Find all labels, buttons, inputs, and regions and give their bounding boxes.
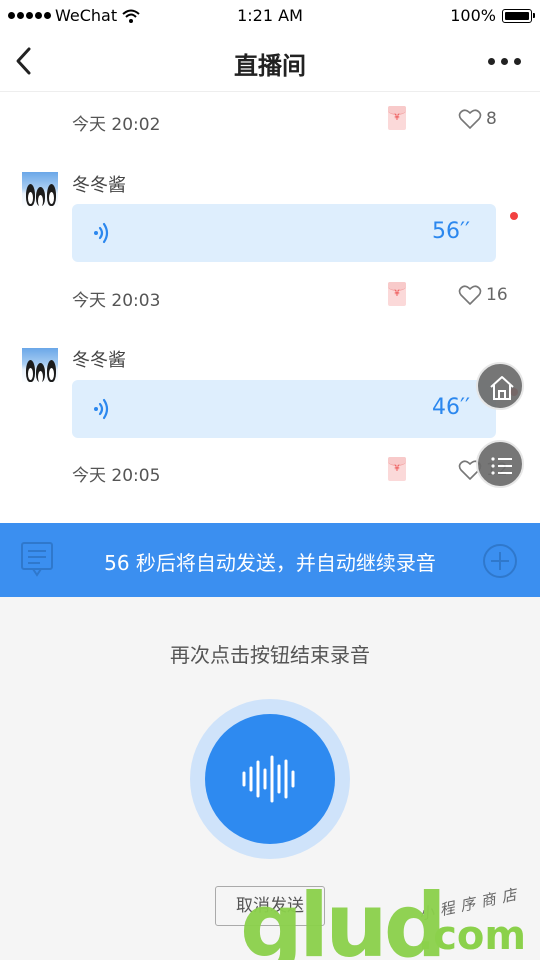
voice-duration: 56′′ — [432, 219, 470, 244]
list-icon — [491, 457, 512, 475]
unread-dot — [510, 212, 518, 220]
home-button[interactable] — [476, 362, 524, 410]
record-hint: 再次点击按钮结束录音 — [170, 643, 370, 667]
voice-message-bubble[interactable]: 56′′ — [72, 204, 496, 262]
heart-icon — [458, 109, 482, 129]
like-count: 8 — [486, 109, 497, 129]
message-time: 今天 20:02 — [72, 115, 161, 135]
message-time: 今天 20:05 — [72, 466, 161, 486]
voice-wave-icon — [94, 222, 109, 244]
red-packet-icon[interactable]: ¥ — [388, 106, 406, 130]
plus-icon[interactable] — [482, 543, 518, 579]
auto-send-banner: 56 秒后将自动发送，并自动继续录音 — [0, 523, 540, 597]
more-icon[interactable] — [488, 56, 522, 66]
message-time: 今天 20:03 — [72, 291, 161, 311]
page-title: 直播间 — [234, 52, 306, 80]
status-right: 100% — [450, 6, 535, 25]
avatar[interactable] — [22, 172, 58, 208]
sender-name: 冬冬酱 — [72, 175, 126, 196]
message-meta: 今天 20:03 ¥ 16 — [72, 282, 512, 312]
sound-wave-icon — [242, 755, 295, 803]
avatar[interactable] — [22, 348, 58, 384]
record-button[interactable] — [190, 699, 350, 859]
message-meta: 今天 20:02 ¥ 8 — [72, 106, 512, 136]
watermark-brand: glud — [240, 874, 447, 960]
sender-name: 冬冬酱 — [72, 350, 126, 371]
red-packet-icon[interactable]: ¥ — [388, 282, 406, 306]
like-button[interactable]: 8 — [458, 108, 497, 130]
battery-percent: 100% — [450, 6, 496, 25]
record-button-core[interactable] — [205, 714, 335, 844]
voice-duration: 46′′ — [432, 395, 470, 420]
voice-message-bubble[interactable]: 46′′ — [72, 380, 496, 438]
like-count: 16 — [486, 285, 508, 305]
voice-wave-icon — [94, 398, 109, 420]
like-button[interactable]: 16 — [458, 284, 508, 306]
nav-bar: 直播间 — [0, 30, 540, 92]
watermark-tld: .com — [418, 913, 527, 959]
battery-icon — [502, 8, 535, 23]
message-meta: 今天 20:05 ¥ 12 — [72, 457, 512, 487]
red-packet-icon[interactable]: ¥ — [388, 457, 406, 481]
list-menu-button[interactable] — [476, 440, 524, 488]
status-bar: WeChat 1:21 AM 100% — [0, 0, 540, 30]
auto-send-notice: 56 秒后将自动发送，并自动继续录音 — [104, 551, 436, 575]
heart-icon — [458, 285, 482, 305]
home-icon — [490, 376, 514, 400]
